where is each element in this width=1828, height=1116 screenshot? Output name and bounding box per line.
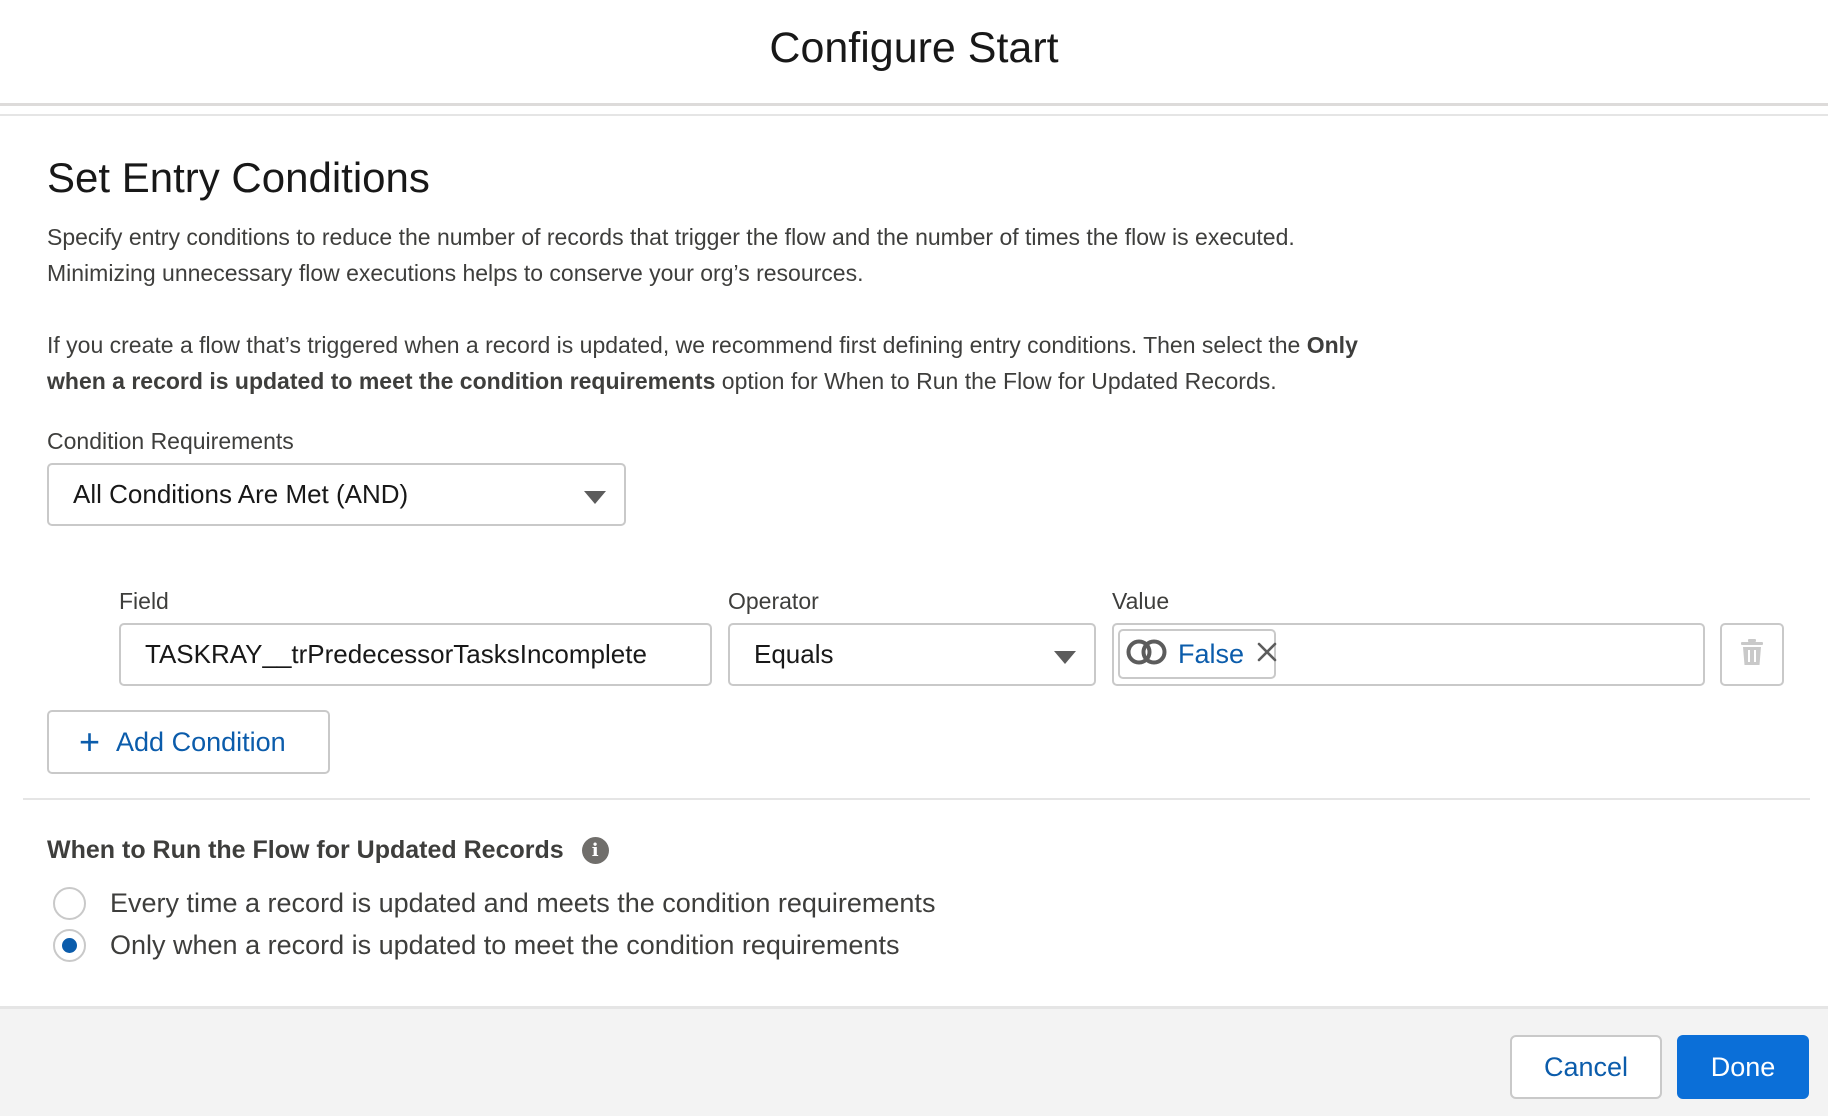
section-title: Set Entry Conditions bbox=[47, 154, 430, 201]
modal-header: Configure Start bbox=[0, 0, 1828, 106]
header-divider bbox=[0, 114, 1828, 116]
section-description: Specify entry conditions to reduce the n… bbox=[47, 219, 1447, 291]
condition-requirements-label: Condition Requirements bbox=[47, 428, 294, 454]
recommendation-bold-1: Only bbox=[1306, 332, 1358, 358]
radio-selected-dot bbox=[62, 938, 77, 953]
when-to-run-title: When to Run the Flow for Updated Records bbox=[47, 836, 564, 864]
cancel-button[interactable]: Cancel bbox=[1510, 1035, 1662, 1099]
value-pill[interactable]: False bbox=[1118, 629, 1278, 679]
recommendation-text: If you create a flow that’s triggered wh… bbox=[47, 327, 1427, 399]
radio-option-label: Every time a record is updated and meets… bbox=[110, 888, 936, 918]
add-condition-button[interactable]: + Add Condition bbox=[47, 710, 330, 774]
field-label: Field bbox=[119, 588, 169, 614]
recommendation-bold-2: when a record is updated to meet the con… bbox=[47, 368, 716, 394]
description-line-2: Minimizing unnecessary flow executions h… bbox=[47, 260, 864, 286]
when-to-run-heading: When to Run the Flow for Updated Records… bbox=[47, 836, 609, 865]
operator-value: Equals bbox=[754, 639, 834, 669]
radio-button-unchecked[interactable] bbox=[53, 887, 86, 920]
chevron-down-icon bbox=[1054, 651, 1076, 664]
condition-requirements-value: All Conditions Are Met (AND) bbox=[73, 479, 409, 509]
radio-option-every-time[interactable]: Every time a record is updated and meets… bbox=[53, 887, 935, 920]
condition-requirements-select[interactable]: All Conditions Are Met (AND) bbox=[47, 463, 626, 526]
chevron-down-icon bbox=[584, 491, 606, 504]
delete-condition-button[interactable] bbox=[1720, 623, 1784, 686]
close-icon[interactable] bbox=[1256, 640, 1278, 668]
recommendation-prefix: If you create a flow that’s triggered wh… bbox=[47, 332, 1307, 358]
radio-option-only-when[interactable]: Only when a record is updated to meet th… bbox=[53, 929, 899, 962]
value-pill-label: False bbox=[1178, 638, 1245, 669]
field-input[interactable]: TASKRAY__trPredecessorTasksIncomplete bbox=[119, 623, 712, 686]
trash-icon bbox=[1740, 638, 1764, 671]
radio-button-checked[interactable] bbox=[53, 929, 86, 962]
info-icon[interactable]: i bbox=[581, 837, 609, 864]
operator-select[interactable]: Equals bbox=[728, 623, 1096, 686]
radio-option-label: Only when a record is updated to meet th… bbox=[110, 930, 900, 960]
description-line-1: Specify entry conditions to reduce the n… bbox=[47, 224, 1295, 250]
value-label: Value bbox=[1112, 588, 1170, 614]
add-condition-label: Add Condition bbox=[116, 726, 286, 757]
modal-title: Configure Start bbox=[769, 24, 1059, 72]
done-button[interactable]: Done bbox=[1677, 1035, 1809, 1099]
boolean-toggle-icon bbox=[1126, 638, 1168, 671]
field-value: TASKRAY__trPredecessorTasksIncomplete bbox=[145, 639, 647, 669]
section-divider bbox=[23, 798, 1810, 800]
plus-icon: + bbox=[79, 721, 101, 762]
operator-label: Operator bbox=[728, 588, 819, 614]
recommendation-suffix: option for When to Run the Flow for Upda… bbox=[715, 368, 1277, 394]
